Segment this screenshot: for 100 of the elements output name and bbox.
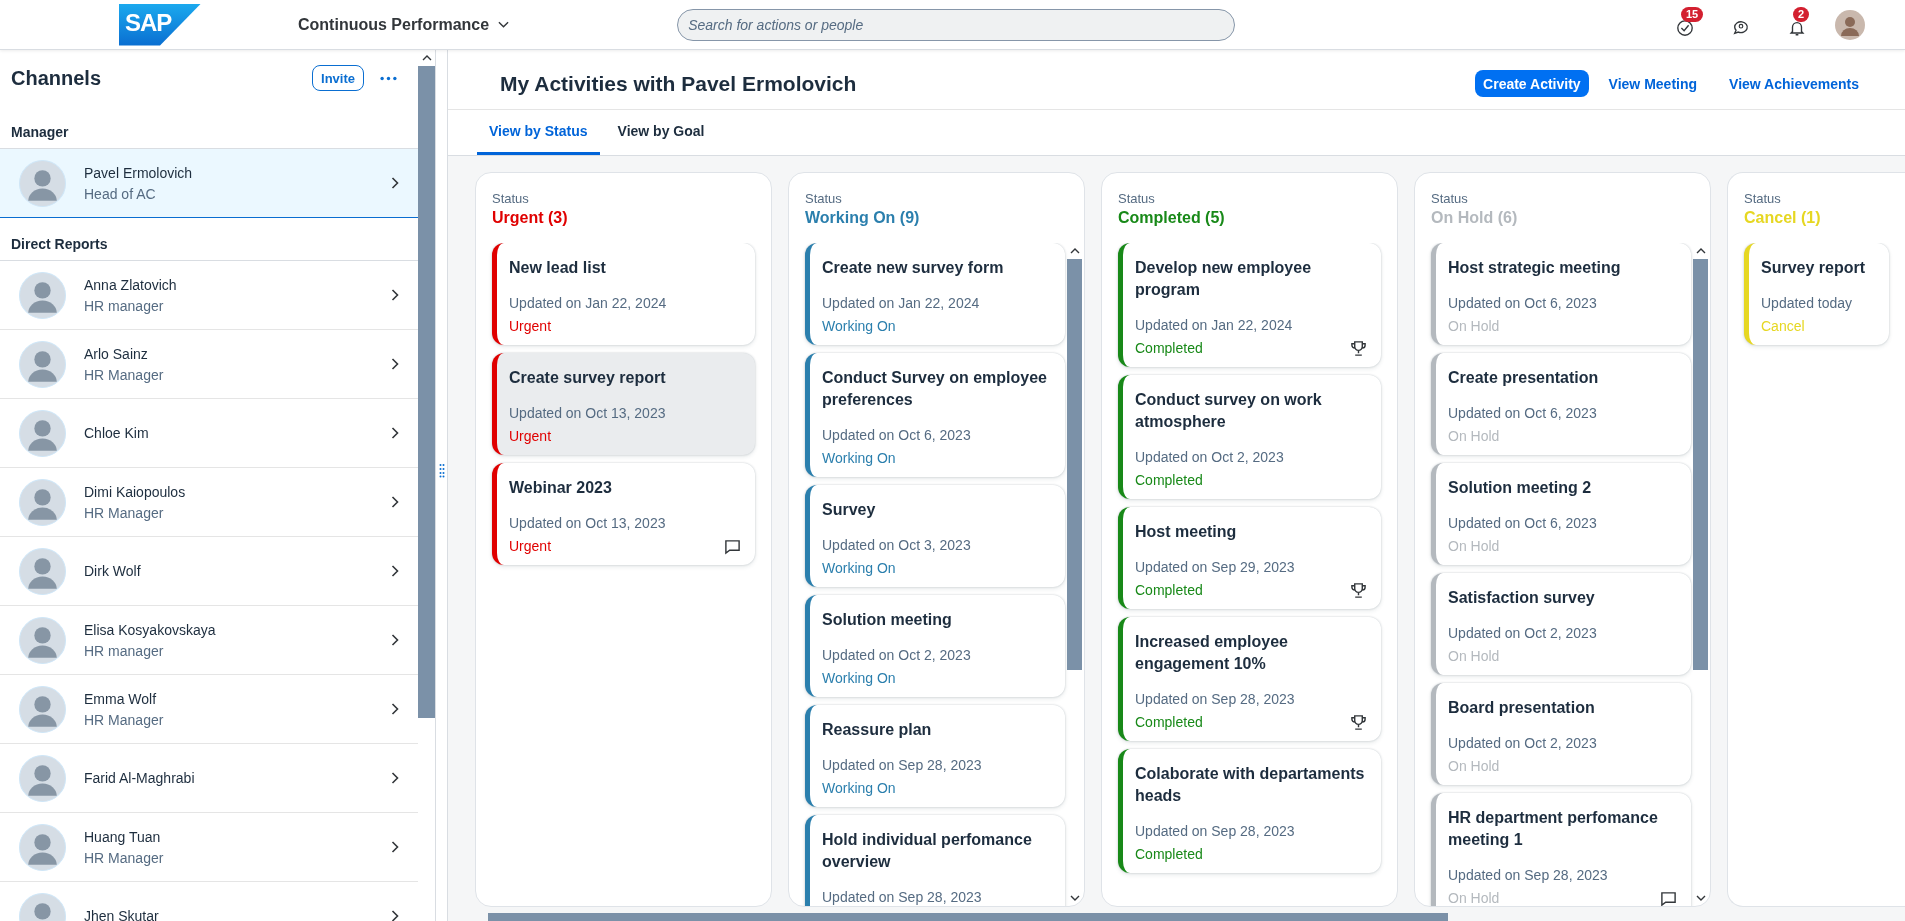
primary-button[interactable]: Create Activity bbox=[1475, 70, 1589, 97]
comment-icon bbox=[724, 537, 741, 555]
scroll-thumb[interactable] bbox=[1693, 259, 1708, 670]
chevron-right-icon bbox=[391, 841, 399, 853]
person-item[interactable]: Elisa Kosyakovskaya HR manager bbox=[0, 606, 418, 675]
card-date: Updated on Oct 6, 2023 bbox=[1448, 295, 1598, 311]
tab[interactable]: View by Goal bbox=[605, 110, 717, 155]
avatar-icon bbox=[19, 685, 66, 733]
app-title-menu[interactable]: Continuous Performance bbox=[298, 11, 510, 38]
card-status: Urgent bbox=[509, 538, 552, 554]
activity-card[interactable]: Host meeting Updated on Sep 29, 2023 Completed bbox=[1118, 507, 1381, 609]
card-title: Survey report bbox=[1761, 258, 1867, 278]
scroll-up-icon[interactable] bbox=[1069, 248, 1080, 254]
activity-card[interactable]: Solution meeting 2 Updated on Oct 6, 2023 On Hold bbox=[1431, 463, 1691, 565]
scroll-up-icon[interactable] bbox=[421, 55, 432, 61]
card-status: Completed bbox=[1135, 714, 1203, 730]
card-status: Working On bbox=[822, 560, 896, 576]
notifications-button[interactable]: 2 bbox=[1779, 6, 1815, 43]
activity-card[interactable]: Create presentation Updated on Oct 6, 2023 On Hold bbox=[1431, 353, 1691, 455]
card-date: Updated on Oct 3, 2023 bbox=[822, 537, 972, 553]
card-title: Board presentation bbox=[1448, 698, 1596, 718]
activity-card[interactable]: Reassure plan Updated on Sep 28, 2023 Working On bbox=[805, 705, 1065, 807]
column-title: Completed (5) bbox=[1118, 209, 1226, 227]
scroll-thumb[interactable] bbox=[1067, 259, 1082, 670]
activity-card[interactable]: Conduct Survey on employee preferences Updated on Oct 6, 2023 Working On bbox=[805, 353, 1065, 477]
invite-button[interactable]: Invite bbox=[312, 65, 364, 91]
chevron-right-icon bbox=[391, 703, 399, 715]
activity-card[interactable]: New lead list Updated on Jan 22, 2024 Urgent bbox=[492, 243, 755, 345]
activity-card[interactable]: Solution meeting Updated on Oct 2, 2023 Working On bbox=[805, 595, 1065, 697]
person-item[interactable]: Chloe Kim bbox=[0, 399, 418, 468]
chevron-right-icon bbox=[391, 910, 399, 921]
tasks-count: 15 bbox=[1681, 6, 1704, 22]
card-title: Create new survey form bbox=[822, 258, 1005, 278]
activity-card[interactable]: Develop new employee program Updated on Jan 22, 2024 Completed bbox=[1118, 243, 1381, 367]
card-date: Updated on Sep 28, 2023 bbox=[822, 889, 983, 905]
scroll-thumb[interactable] bbox=[418, 66, 435, 718]
user-avatar-icon[interactable] bbox=[1835, 9, 1865, 40]
chevron-right-icon bbox=[391, 772, 399, 784]
grip-icon[interactable] bbox=[438, 463, 445, 478]
activity-card[interactable]: Hold individual perfomance overview Updated on Sep 28, 2023 bbox=[805, 815, 1065, 906]
activity-card[interactable]: Board presentation Updated on Oct 2, 2023 On Hold bbox=[1431, 683, 1691, 785]
scroll-thumb[interactable] bbox=[488, 913, 1448, 921]
search-field[interactable]: Search for actions or people bbox=[677, 8, 1236, 41]
card-title: Host strategic meeting bbox=[1448, 258, 1622, 278]
avatar-icon bbox=[19, 409, 66, 457]
person-item[interactable]: Farid Al-Maghrabi bbox=[0, 744, 418, 813]
person-name: Anna Zlatovich bbox=[84, 276, 178, 293]
chevron-right-icon bbox=[391, 496, 399, 508]
column-label: Status bbox=[805, 191, 843, 206]
column-title: Cancel (1) bbox=[1744, 209, 1822, 227]
person-name: Farid Al-Maghrabi bbox=[84, 770, 196, 786]
person-role: HR Manager bbox=[84, 849, 165, 866]
tasks-button[interactable]: 15 bbox=[1667, 6, 1703, 43]
link-button[interactable]: View Achievements bbox=[1717, 75, 1871, 92]
chevron-right-icon bbox=[391, 634, 399, 646]
tab[interactable]: View by Status bbox=[477, 110, 600, 155]
activity-card[interactable]: Survey report Updated today Cancel bbox=[1744, 243, 1889, 345]
person-role: HR Manager bbox=[84, 366, 165, 383]
activity-card[interactable]: Increased employee engagement 10% Updated on Sep 28, 2023 Completed bbox=[1118, 617, 1381, 741]
card-title: Develop new employee program bbox=[1135, 258, 1313, 300]
sidebar-title: Channels bbox=[11, 66, 103, 90]
trophy-icon bbox=[1350, 339, 1367, 357]
column-label: Status bbox=[1118, 191, 1156, 206]
activity-card[interactable]: Satisfaction survey Updated on Oct 2, 2023 On Hold bbox=[1431, 573, 1691, 675]
column-title: On Hold (6) bbox=[1431, 209, 1519, 227]
activity-card[interactable]: Survey Updated on Oct 3, 2023 Working On bbox=[805, 485, 1065, 587]
card-date: Updated on Sep 29, 2023 bbox=[1135, 559, 1296, 575]
person-item[interactable]: Jhen Skutar bbox=[0, 882, 418, 921]
activity-card[interactable]: Conduct survey on work atmosphere Updated on Oct 2, 2023 Completed bbox=[1118, 375, 1381, 499]
trophy-icon bbox=[1350, 581, 1367, 599]
activity-card[interactable]: HR department perfomance meeting 1 Updated on Sep 28, 2023 On Hold bbox=[1431, 793, 1691, 906]
person-name: Arlo Sainz bbox=[84, 345, 149, 362]
person-item[interactable]: Emma Wolf HR Manager bbox=[0, 675, 418, 744]
person-item[interactable]: Arlo Sainz HR Manager bbox=[0, 330, 418, 399]
person-item[interactable]: Dirk Wolf bbox=[0, 537, 418, 606]
person-item[interactable]: Pavel Ermolovich Head of AC bbox=[0, 149, 418, 218]
card-date: Updated on Oct 2, 2023 bbox=[1448, 625, 1598, 641]
card-status: On Hold bbox=[1448, 318, 1500, 334]
person-item[interactable]: Anna Zlatovich HR manager bbox=[0, 261, 418, 330]
card-title: Create survey report bbox=[509, 368, 667, 388]
activity-card[interactable]: Create survey report Updated on Oct 13, 2023 Urgent bbox=[492, 353, 755, 455]
activity-card[interactable]: Create new survey form Updated on Jan 22, 2024 Working On bbox=[805, 243, 1065, 345]
card-title: Solution meeting bbox=[822, 610, 953, 630]
more-icon[interactable] bbox=[380, 75, 397, 81]
person-name: Pavel Ermolovich bbox=[84, 164, 194, 181]
activity-card[interactable]: Host strategic meeting Updated on Oct 6, 2023 On Hold bbox=[1431, 243, 1691, 345]
card-title: Reassure plan bbox=[822, 720, 933, 740]
scroll-down-icon[interactable] bbox=[1069, 895, 1080, 901]
avatar-icon bbox=[19, 478, 66, 526]
page-title: My Activities with Pavel Ermolovich bbox=[500, 71, 858, 96]
card-status: On Hold bbox=[1448, 890, 1500, 906]
person-item[interactable]: Huang Tuan HR Manager bbox=[0, 813, 418, 882]
activity-card[interactable]: Colaborate with departaments heads Updated on Sep 28, 2023 Completed bbox=[1118, 749, 1381, 873]
person-item[interactable]: Dimi Kaiopoulos HR Manager bbox=[0, 468, 418, 537]
scroll-down-icon[interactable] bbox=[1695, 895, 1706, 901]
link-button[interactable]: View Meeting bbox=[1596, 75, 1710, 92]
card-date: Updated on Oct 2, 2023 bbox=[1135, 449, 1285, 465]
activity-card[interactable]: Webinar 2023 Updated on Oct 13, 2023 Urgent bbox=[492, 463, 755, 565]
scroll-up-icon[interactable] bbox=[1695, 248, 1706, 254]
person-role: HR Manager bbox=[84, 711, 165, 728]
